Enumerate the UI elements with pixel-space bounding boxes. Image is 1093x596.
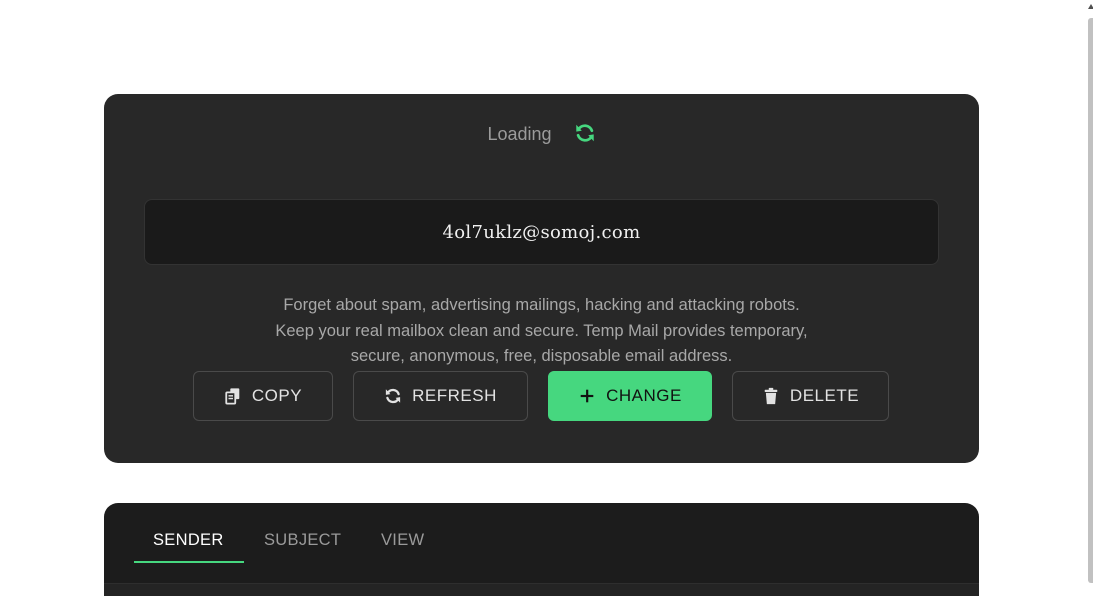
copy-icon (224, 387, 242, 405)
loading-label: Loading (487, 124, 552, 144)
inbox-panel: SENDER SUBJECT VIEW (104, 503, 979, 596)
delete-label: DELETE (789, 386, 860, 405)
delete-button[interactable]: DELETE (732, 371, 889, 421)
plus-icon (578, 387, 596, 405)
loading-status: Loading (104, 122, 979, 145)
scroll-up-arrow-icon[interactable] (1088, 4, 1093, 9)
inbox-list-header (104, 583, 979, 596)
copy-button[interactable]: COPY (193, 371, 333, 421)
tab-subject[interactable]: SUBJECT (264, 531, 341, 550)
active-tab-indicator (134, 561, 244, 563)
refresh-button[interactable]: REFRESH (353, 371, 528, 421)
tab-view[interactable]: VIEW (381, 531, 424, 550)
refresh-label: REFRESH (412, 386, 497, 405)
change-label: CHANGE (606, 386, 682, 405)
description-line: Keep your real mailbox clean and secure.… (275, 321, 808, 340)
email-address-field[interactable]: 4ol7uklz@somoj.com (144, 199, 939, 265)
refresh-icon (384, 387, 402, 405)
scrollbar-thumb[interactable] (1088, 18, 1093, 583)
copy-label: COPY (251, 386, 303, 405)
trash-icon (762, 387, 780, 405)
change-button[interactable]: CHANGE (548, 371, 712, 421)
refresh-icon (574, 122, 596, 144)
description-line: Forget about spam, advertising mailings,… (283, 296, 800, 314)
temp-mail-card: Loading 4ol7uklz@somoj.com Forget about … (104, 94, 979, 463)
service-description: Forget about spam, advertising mailings,… (224, 293, 859, 370)
email-address: 4ol7uklz@somoj.com (442, 221, 641, 243)
description-line: secure, anonymous, free, disposable emai… (350, 347, 733, 365)
tab-sender[interactable]: SENDER (153, 531, 224, 550)
